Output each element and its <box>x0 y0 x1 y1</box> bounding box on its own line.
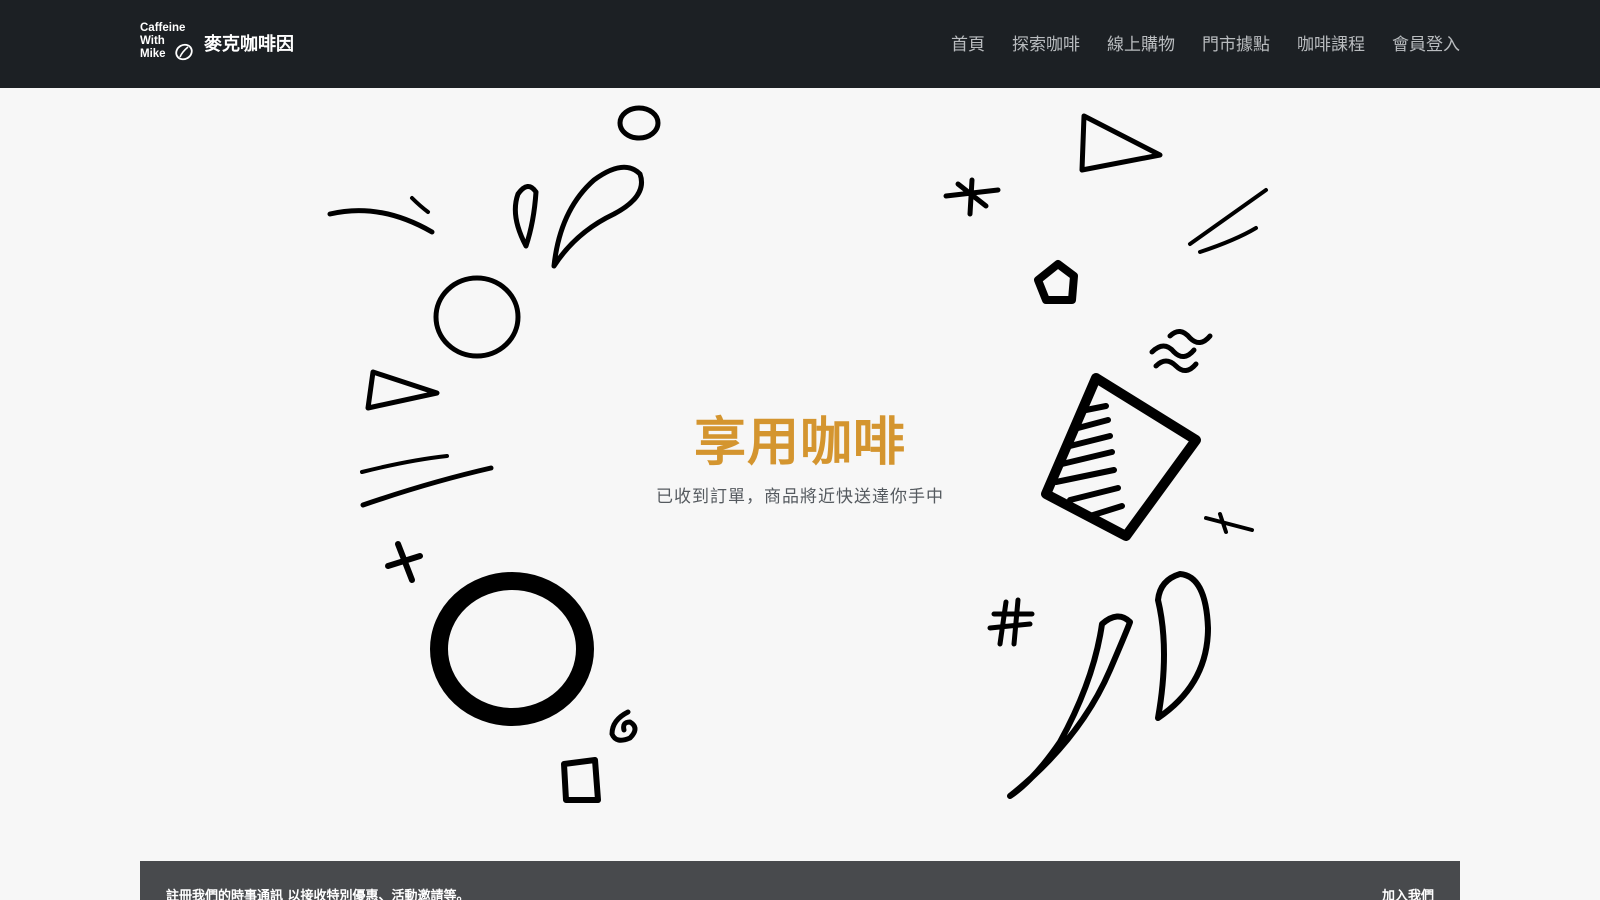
doodle-circle <box>433 275 521 359</box>
doodle-slash-1 <box>1188 188 1268 246</box>
main-nav: 首頁 探索咖啡 線上購物 門市據點 咖啡課程 會員登入 <box>924 30 1460 55</box>
nav-item-online-shop[interactable]: 線上購物 <box>1107 30 1175 55</box>
doodle-horn-large <box>1007 613 1133 799</box>
doodle-hash <box>987 597 1035 647</box>
doodle-cross <box>385 541 423 583</box>
doodle-small-cross <box>1204 512 1254 534</box>
doodle-star <box>943 177 1001 217</box>
nav-item-store-locations[interactable]: 門市據點 <box>1202 30 1270 55</box>
nav-item-home[interactable]: 首頁 <box>951 30 985 55</box>
doodle-small-oval <box>617 105 661 141</box>
doodle-square <box>561 757 601 803</box>
doodle-horn-small <box>1155 571 1211 721</box>
navbar: Caffeine With Mike 麥克咖啡因 首頁 探索咖啡 線上購物 門市… <box>0 0 1600 88</box>
doodle-arc <box>327 208 435 235</box>
nav-item-member-login[interactable]: 會員登入 <box>1392 30 1460 55</box>
newsletter-banner: 註冊我們的時事通訊 以接收特別優惠、活動邀請等。 加入我們 <box>140 861 1460 900</box>
coffee-bean-icon <box>175 43 193 61</box>
join-button[interactable]: 加入我們 <box>1382 885 1434 900</box>
brand-name[interactable]: 麥克咖啡因 <box>204 30 294 56</box>
logo-line-1: Caffeine <box>140 22 186 34</box>
doodle-waves <box>1149 329 1213 373</box>
doodle-triangle-outline <box>1079 113 1163 173</box>
doodle-ring <box>430 572 594 726</box>
doodle-swirl <box>609 709 638 743</box>
nav-item-explore-coffee[interactable]: 探索咖啡 <box>1012 30 1080 55</box>
doodle-teardrop <box>551 164 644 269</box>
doodle-leaf-small <box>512 184 539 249</box>
brand[interactable]: Caffeine With Mike 麥克咖啡因 <box>140 22 294 64</box>
newsletter-message: 註冊我們的時事通訊 以接收特別優惠、活動邀請等。 <box>166 889 470 900</box>
nav-item-coffee-courses[interactable]: 咖啡課程 <box>1297 30 1365 55</box>
brand-logo[interactable]: Caffeine With Mike <box>140 22 194 64</box>
order-confirmation-message: 已收到訂單，商品將近快送達你手中 <box>656 487 944 507</box>
page-title: 享用咖啡 <box>693 412 906 473</box>
doodle-tick <box>410 196 430 214</box>
doodle-pentagon <box>1034 260 1078 304</box>
